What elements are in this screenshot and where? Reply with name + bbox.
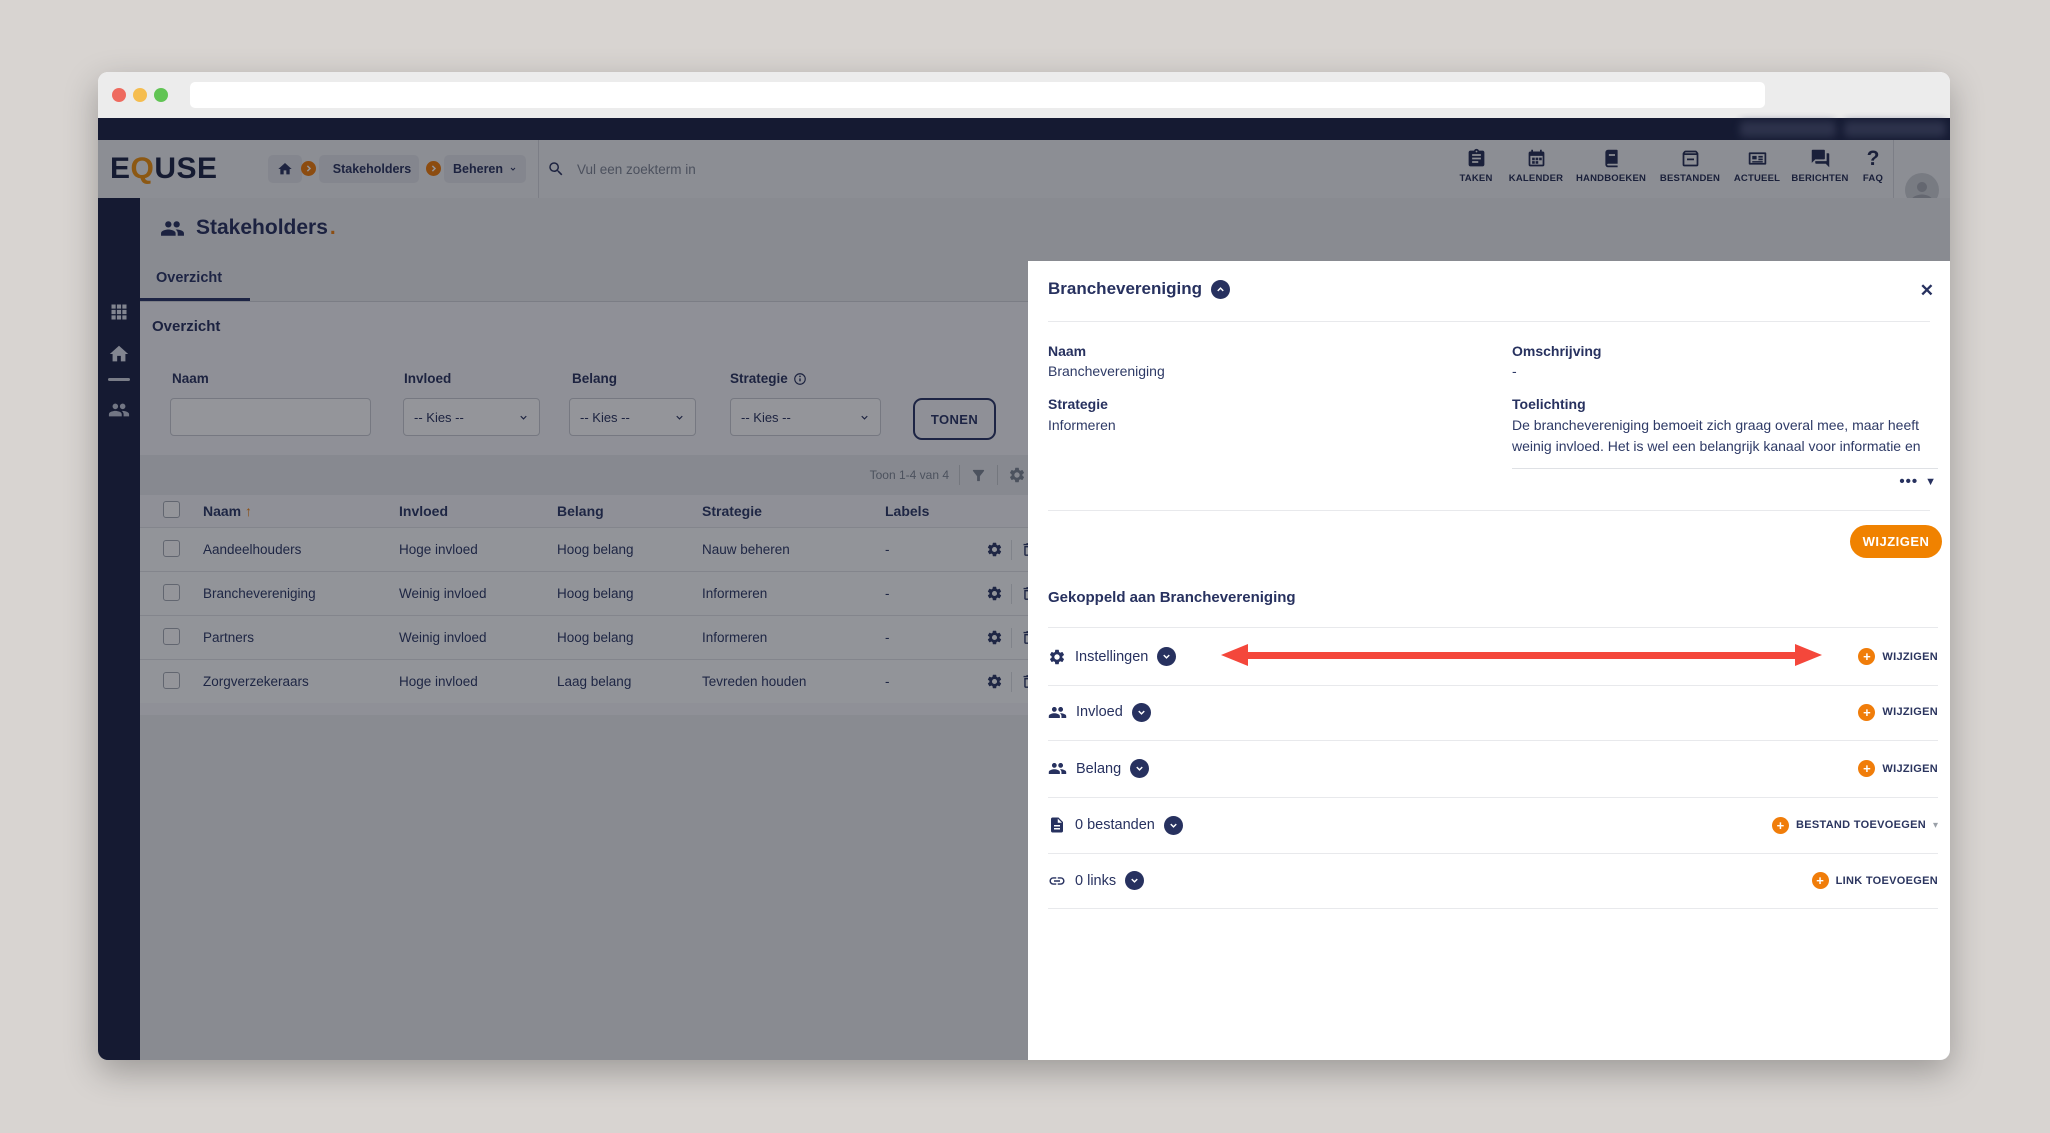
linked-row-label: Invloed xyxy=(1076,704,1123,720)
field-value-strategie: Informeren xyxy=(1048,417,1116,433)
expand-row-chevron-button[interactable] xyxy=(1163,815,1183,835)
chevron-down-icon xyxy=(1170,823,1177,828)
field-value-toelichting-line2: weinig invloed. Het is wel een belangrij… xyxy=(1512,438,1921,454)
branchevereniging-detail-panel: Branchevereniging ✕ Naam Brancheverenigi… xyxy=(1028,261,1950,1060)
modal-divider xyxy=(1048,510,1930,511)
chevron-down-icon xyxy=(1131,878,1138,883)
window-close-button[interactable] xyxy=(112,88,126,102)
linked-row-label: Belang xyxy=(1076,760,1122,777)
chevron-down-icon xyxy=(1163,654,1171,659)
linked-row-invloed: Invloed + WIJZIGEN xyxy=(1048,684,1938,741)
plus-icon: + xyxy=(1858,760,1876,777)
expand-toelichting-button[interactable]: ••• ▼ xyxy=(1899,473,1936,490)
action-label: WIJZIGEN xyxy=(1882,762,1938,775)
action-label: WIJZIGEN xyxy=(1882,650,1938,663)
linked-row-bestanden: 0 bestanden + BESTAND TOEVOEGEN ▾ xyxy=(1048,797,1938,854)
modal-title: Branchevereniging xyxy=(1048,279,1202,298)
caret-down-icon: ▾ xyxy=(1932,819,1938,831)
field-label-omschrijving: Omschrijving xyxy=(1512,343,1602,359)
row-action-wijzigen[interactable]: + WIJZIGEN xyxy=(1858,760,1938,777)
linked-section-title: Gekoppeld aan Branchevereniging xyxy=(1048,589,1296,606)
modal-title-row: Branchevereniging xyxy=(1048,279,1230,299)
plus-icon: + xyxy=(1858,703,1876,721)
link-icon xyxy=(1049,876,1065,885)
field-label-strategie: Strategie xyxy=(1048,396,1108,412)
window-minimize-button[interactable] xyxy=(133,88,147,102)
plus-icon: + xyxy=(1858,648,1876,665)
annotation-arrow xyxy=(1221,644,1822,666)
app-root: E Q USE Stakeholders Beheren Vul een zoe… xyxy=(98,118,1950,1060)
window-zoom-button[interactable] xyxy=(154,88,168,102)
field-label-naam: Naam xyxy=(1048,343,1087,359)
wijzigen-button[interactable]: WIJZIGEN xyxy=(1850,525,1942,558)
caret-down-icon: ▼ xyxy=(1925,475,1936,488)
row-action-wijzigen[interactable]: + WIJZIGEN xyxy=(1858,648,1938,665)
chevron-up-icon xyxy=(1217,286,1224,291)
browser-chrome xyxy=(98,72,1950,118)
people-icon xyxy=(1048,706,1067,718)
arrowhead-right xyxy=(1795,644,1822,666)
modal-divider xyxy=(1048,321,1930,322)
linked-row-links: 0 links + LINK TOEVOEGEN xyxy=(1048,853,1938,909)
expand-row-chevron-button[interactable] xyxy=(1157,647,1177,666)
expand-row-chevron-button[interactable] xyxy=(1130,759,1150,778)
browser-window: E Q USE Stakeholders Beheren Vul een zoe… xyxy=(98,72,1950,1060)
toelichting-truncate-divider xyxy=(1512,468,1938,469)
url-bar[interactable] xyxy=(190,82,1765,108)
collapse-chevron-up-button[interactable] xyxy=(1211,279,1230,299)
arrowhead-left xyxy=(1221,644,1248,666)
action-label: WIJZIGEN xyxy=(1882,706,1938,718)
expand-row-chevron-button[interactable] xyxy=(1125,871,1145,890)
ellipsis-icon: ••• xyxy=(1899,473,1919,490)
linked-row-belang: Belang + WIJZIGEN xyxy=(1048,740,1938,798)
linked-row-label: Instellingen xyxy=(1075,648,1149,665)
document-icon xyxy=(1051,817,1063,833)
chevron-down-icon xyxy=(1137,710,1145,715)
row-action-link-toevoegen[interactable]: + LINK TOEVOEGEN xyxy=(1811,872,1938,889)
linked-row-label: 0 links xyxy=(1075,872,1117,889)
field-value-omschrijving: - xyxy=(1512,363,1517,379)
arrow-shaft xyxy=(1248,651,1795,659)
plus-icon: + xyxy=(1771,816,1789,834)
field-value-toelichting-line1: De branchevereniging bemoeit zich graag … xyxy=(1512,417,1920,433)
action-label: LINK TOEVOEGEN xyxy=(1835,874,1938,887)
gear-icon xyxy=(1049,649,1065,664)
close-icon[interactable]: ✕ xyxy=(1920,281,1934,301)
plus-icon: + xyxy=(1811,872,1829,889)
expand-row-chevron-button[interactable] xyxy=(1131,702,1151,722)
chevron-down-icon xyxy=(1136,766,1143,771)
action-label: BESTAND TOEVOEGEN xyxy=(1795,819,1926,831)
row-action-bestand-toevoegen[interactable]: + BESTAND TOEVOEGEN ▾ xyxy=(1771,816,1938,834)
field-label-toelichting: Toelichting xyxy=(1512,396,1586,412)
row-action-wijzigen[interactable]: + WIJZIGEN xyxy=(1858,703,1938,721)
linked-row-label: 0 bestanden xyxy=(1075,817,1155,833)
field-value-naam: Branchevereniging xyxy=(1048,363,1165,379)
people-icon xyxy=(1048,762,1067,775)
